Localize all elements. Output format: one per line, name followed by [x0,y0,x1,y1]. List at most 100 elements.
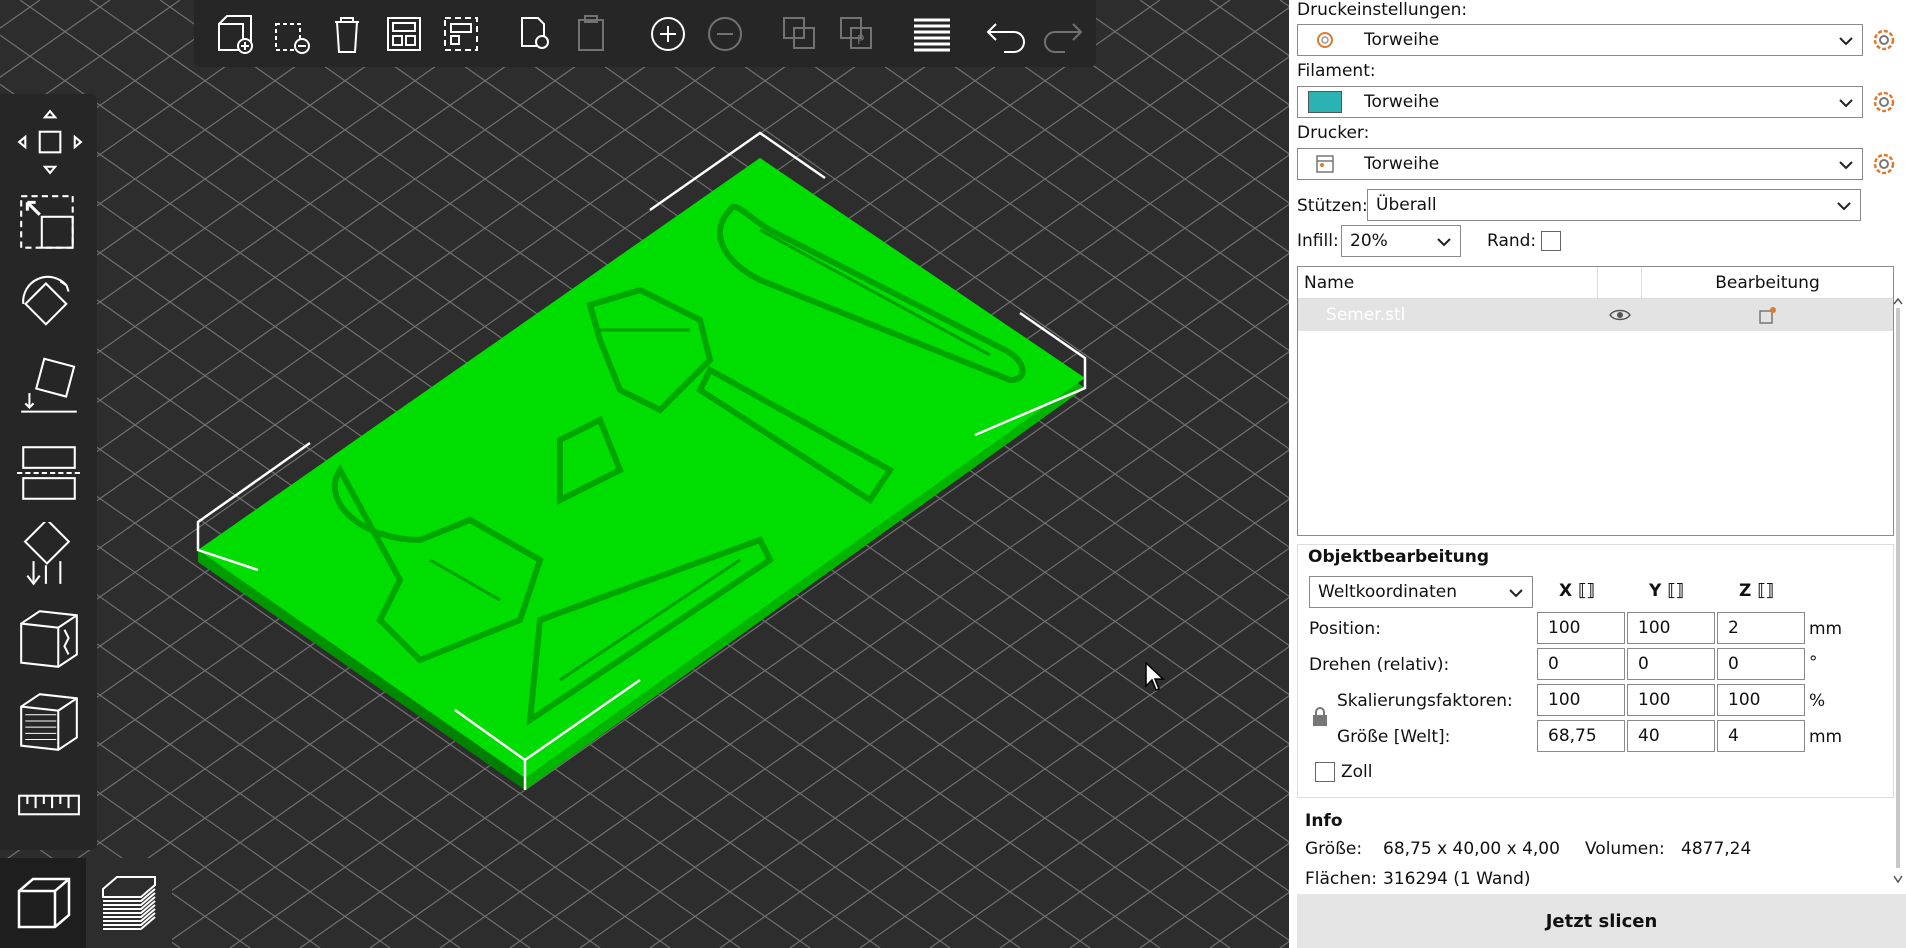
object-list: Name Bearbeitung Semer.stl [1297,266,1894,536]
rotate-label: Drehen (relativ): [1309,655,1450,675]
copy-icon[interactable] [511,9,560,59]
delete-object-icon[interactable] [265,9,314,59]
size-unit: mm [1809,727,1843,747]
size-y-field[interactable]: 40 [1627,720,1715,752]
info-size-label: Größe: [1305,839,1363,859]
variable-layer-height-icon[interactable] [907,9,956,59]
gear-icon[interactable] [1871,89,1897,115]
move-icon[interactable] [14,102,84,179]
view-switcher [0,858,172,948]
cut-icon[interactable] [14,434,84,511]
column-name[interactable]: Name [1298,266,1598,299]
add-instance-icon[interactable] [643,9,692,59]
axis-z-icon: ⟦⟧ [1757,581,1774,601]
arrange-selection-icon[interactable] [436,9,485,59]
lock-icon[interactable] [1311,706,1329,728]
preview-button[interactable] [86,858,172,948]
supports-label: Stützen: [1297,196,1368,216]
split-objects-icon[interactable] [775,9,824,59]
printer-value: Torweihe [1364,154,1440,174]
remove-instance-icon[interactable] [700,9,749,59]
brim-checkbox[interactable] [1541,231,1561,251]
svg-text:P: P [857,33,864,47]
gear-icon[interactable] [1871,151,1897,177]
scale-icon[interactable] [14,185,84,262]
support-paint-icon[interactable] [14,518,84,595]
infill-label: Infill: [1297,231,1339,251]
brim-label: Rand: [1487,231,1537,251]
seam-paint-icon[interactable] [14,601,84,678]
position-unit: mm [1809,619,1843,639]
scale-unit: % [1809,691,1826,711]
axis-y-icon: ⟦⟧ [1667,581,1684,601]
printer-select[interactable]: Torweihe [1297,148,1863,180]
position-y-field[interactable]: 100 [1627,612,1715,644]
undo-icon[interactable] [982,9,1031,59]
size-label: Größe [Welt]: [1337,727,1451,747]
chevron-down-icon [1839,161,1853,170]
eye-icon[interactable] [1598,308,1642,322]
arrange-icon[interactable] [379,9,428,59]
split-parts-icon[interactable]: P [832,9,881,59]
rotate-z-field[interactable]: 0 [1717,648,1805,680]
coordinate-system-value: Weltkoordinaten [1318,582,1457,602]
position-label: Position: [1309,619,1381,639]
info-facets-value: 316294 (1 Wand) [1383,869,1531,889]
model-object[interactable] [0,0,1289,948]
3d-viewport[interactable]: P [0,0,1289,948]
layers-icon [102,876,156,930]
chevron-down-icon [1437,238,1451,247]
left-toolbar [0,94,97,850]
infill-select[interactable]: 20% [1341,225,1461,257]
inches-checkbox[interactable] [1315,762,1335,782]
filament-value: Torweihe [1364,92,1440,112]
delete-all-icon[interactable] [322,9,371,59]
print-settings-select[interactable]: Torweihe [1297,24,1863,56]
info-size-value: 68,75 x 40,00 x 4,00 [1383,839,1560,859]
filament-select[interactable]: Torweihe [1297,86,1863,118]
size-x-field[interactable]: 68,75 [1537,720,1625,752]
position-x-field[interactable]: 100 [1537,612,1625,644]
object-manipulation-title: Objektbearbeitung [1308,547,1489,567]
axis-x-label: X ⟦⟧ [1559,581,1595,601]
edit-settings-icon[interactable] [1642,305,1893,325]
redo-icon[interactable] [1039,9,1088,59]
axis-x-icon: ⟦⟧ [1578,581,1595,601]
measure-icon[interactable] [14,767,84,844]
scale-x-field[interactable]: 100 [1537,684,1625,716]
print-settings-icon [1308,25,1342,55]
axis-y-label: Y ⟦⟧ [1649,581,1684,601]
rotate-unit: ° [1809,653,1818,673]
rotate-y-field[interactable]: 0 [1627,648,1715,680]
fdm-supports-icon[interactable] [14,684,84,761]
column-edit[interactable]: Bearbeitung [1642,273,1893,293]
add-object-icon[interactable] [208,9,257,59]
rotate-x-field[interactable]: 0 [1537,648,1625,680]
chevron-down-icon [1839,37,1853,46]
coordinate-system-select[interactable]: Weltkoordinaten [1309,576,1533,608]
scale-y-field[interactable]: 100 [1627,684,1715,716]
filament-label: Filament: [1297,61,1376,81]
info-facets-label: Flächen: [1305,869,1378,889]
supports-select[interactable]: Überall [1367,189,1861,221]
scale-z-field[interactable]: 100 [1717,684,1805,716]
size-z-field[interactable]: 4 [1717,720,1805,752]
axis-z-label: Z ⟦⟧ [1739,581,1774,601]
position-z-field[interactable]: 2 [1717,612,1805,644]
place-on-face-icon[interactable] [14,351,84,428]
column-visibility[interactable] [1598,266,1642,299]
filament-color-swatch [1308,87,1342,117]
panel-scrollbar[interactable] [1893,298,1903,884]
printer-label: Drucker: [1297,123,1370,143]
slice-now-button[interactable]: Jetzt slicen [1297,894,1906,948]
3d-view-button[interactable] [0,858,86,948]
info-volume-value: 4877,24 [1681,839,1752,859]
gear-icon[interactable] [1871,27,1897,53]
paste-icon[interactable] [568,9,617,59]
object-list-row[interactable]: Semer.stl [1298,299,1893,331]
object-list-header: Name Bearbeitung [1298,266,1893,299]
info-title: Info [1305,811,1343,831]
info-volume-label: Volumen: [1585,839,1665,859]
rotate-icon[interactable] [14,268,84,345]
cube-icon [17,877,71,929]
